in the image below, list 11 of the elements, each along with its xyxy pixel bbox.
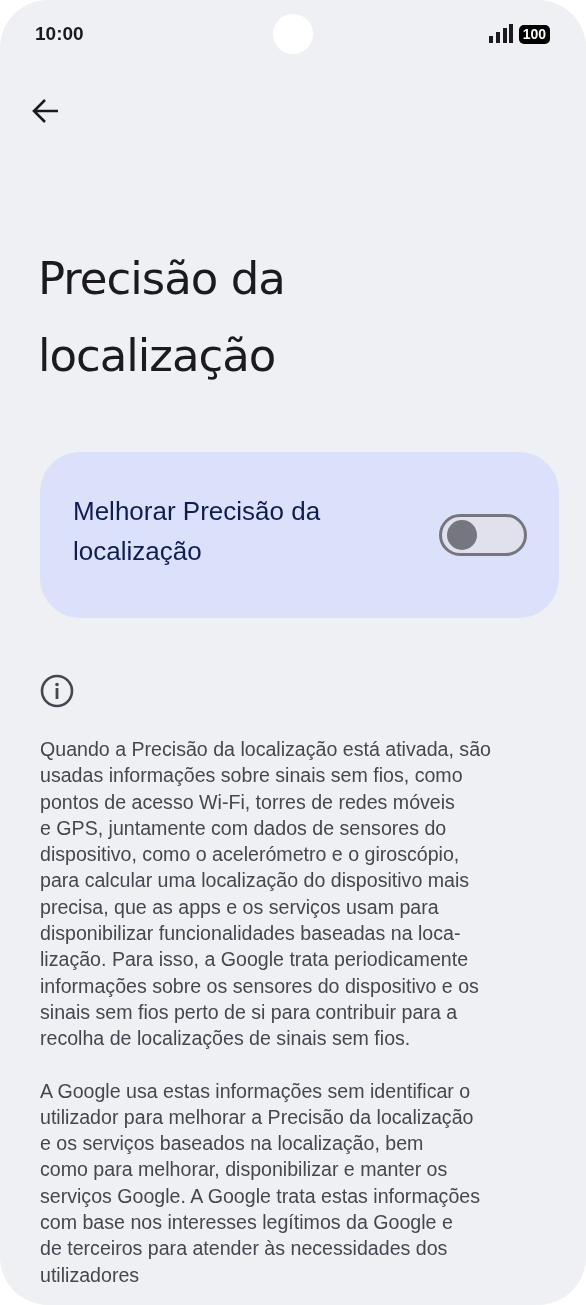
toggle-switch[interactable]	[439, 514, 527, 556]
battery-level: 100	[518, 24, 550, 44]
signal-icon	[488, 24, 513, 44]
page-title: Precisão da localização	[38, 251, 286, 384]
description-text: Quando a Precisão da localização está ativada, são usadas informações sobre sinais sem fios, como pontos de acesso Wi-Fi, torres de redes móveis e GPS, juntamente com dados de sensores do dispositivo, como o acelerómetro e o giroscópio, para calcular uma localização do dispositivo mais precisa, que as apps e os serviços usam para disponibilizar funcionalidades baseadas na loca- lização. Para isso, a Google trata periodicamente informações sobre os sensores do dispositivo e os sinais sem fios perto de si para contribuir para a recolha de localizações de sinais sem fios.	[40, 737, 492, 1052]
info-icon	[40, 674, 74, 708]
clock-time: 10:00	[35, 23, 84, 45]
setting-label: Melhorar Precisão da localização	[73, 495, 322, 568]
back-arrow-icon[interactable]	[31, 98, 59, 124]
description-text: A Google usa estas informações sem identificar o utilizador para melhorar a Precisão da localização e os serviços baseados na localização, bem como para melhorar, disponibilizar e manter os serviços Google. A Google trata estas informações com base nos interesses legítimos da Google e de terceiros para atender às necessidades dos utilizadores	[40, 1078, 481, 1288]
setting-card[interactable]: Melhorar Precisão da localização	[40, 452, 559, 618]
